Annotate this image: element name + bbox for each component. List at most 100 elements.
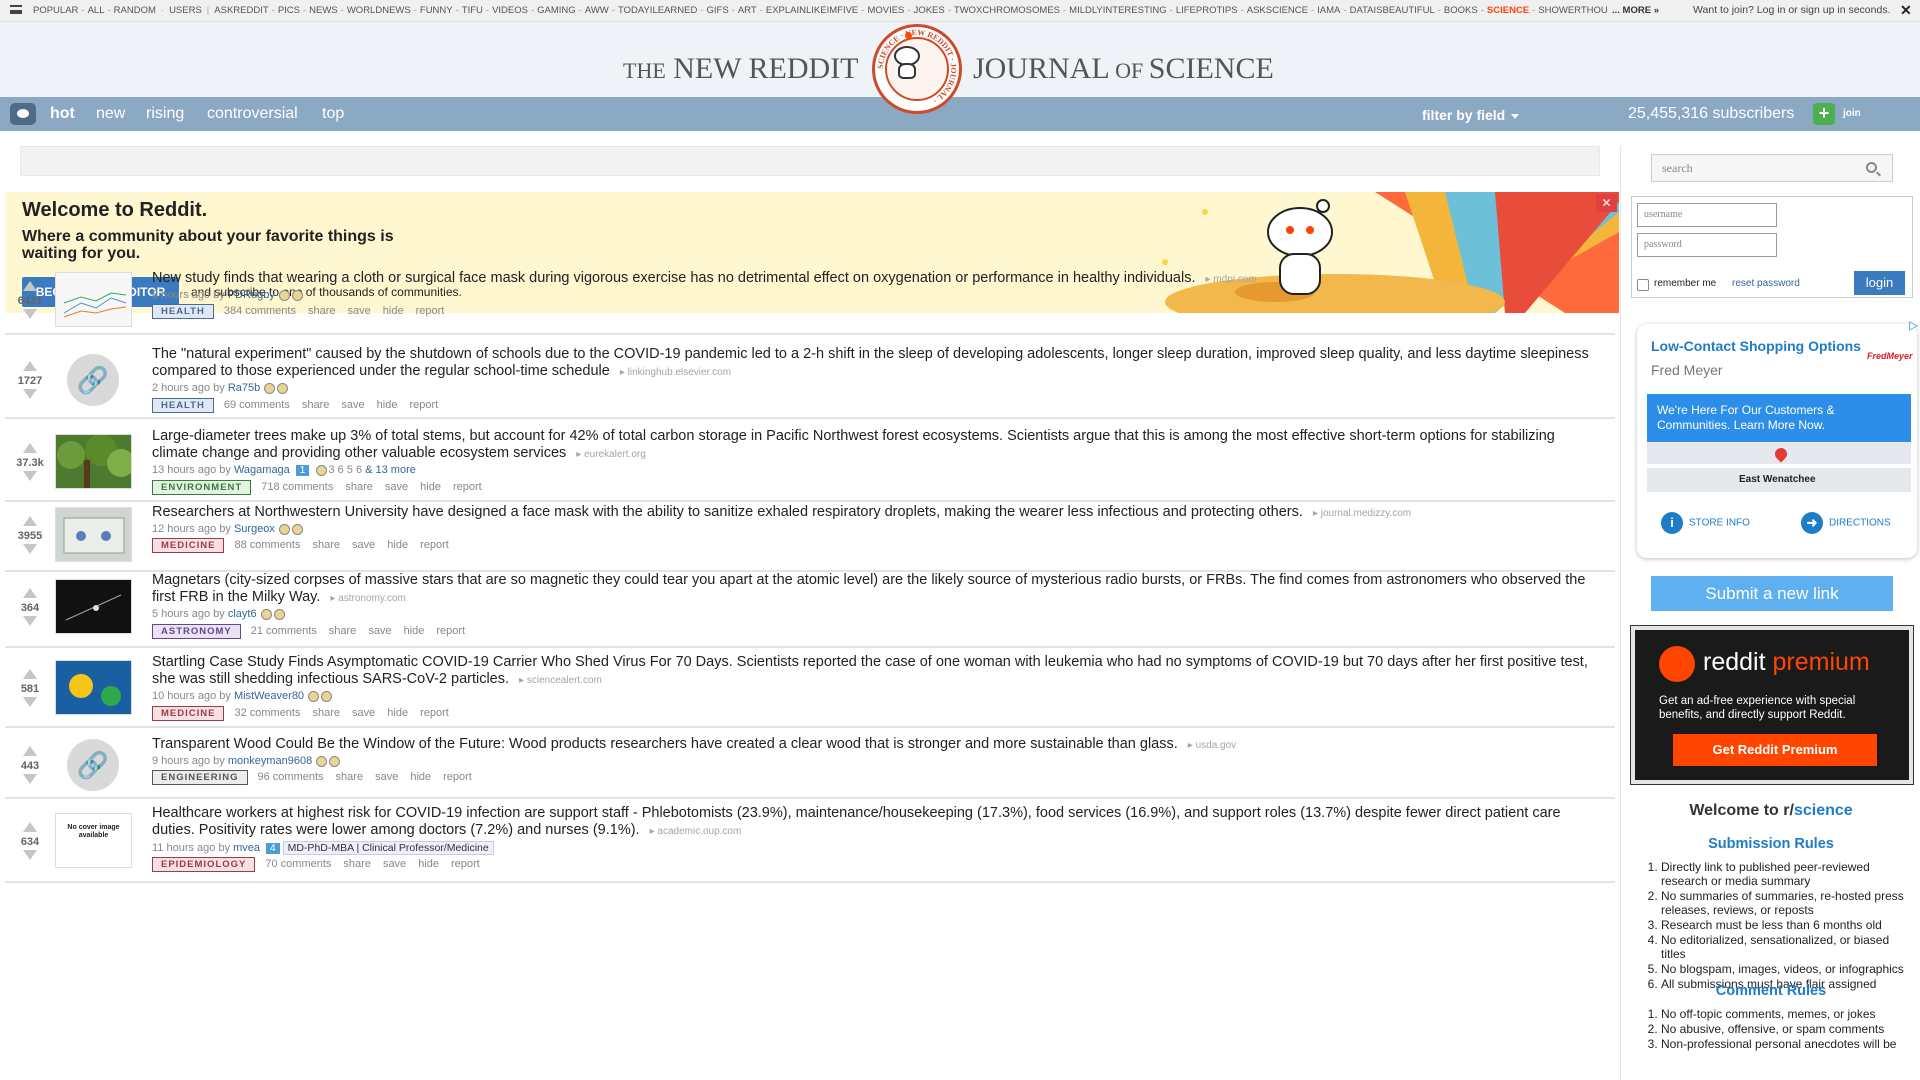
save-button[interactable]: save (368, 625, 391, 637)
link-thumbnail[interactable]: 🔗 (55, 352, 132, 407)
post-title[interactable]: Researchers at Northwestern University h… (152, 504, 1592, 522)
share-button[interactable]: share (312, 539, 340, 551)
award-icon[interactable] (260, 608, 272, 620)
ad-map[interactable]: East Wenatchee (1647, 442, 1911, 492)
subreddit-link[interactable]: ASKREDDIT (214, 5, 268, 16)
close-icon[interactable]: ✕ (1596, 194, 1617, 212)
save-button[interactable]: save (348, 305, 371, 317)
login-button[interactable]: login (1854, 271, 1905, 295)
share-button[interactable]: share (329, 625, 357, 637)
upvote-arrow-icon[interactable] (23, 361, 37, 371)
post-title[interactable]: The "natural experiment" caused by the s… (152, 346, 1592, 381)
save-button[interactable]: save (341, 399, 364, 411)
post-domain[interactable]: ▸ eurekalert.org (576, 449, 646, 460)
downvote-arrow-icon[interactable] (23, 616, 37, 626)
share-button[interactable]: share (336, 771, 364, 783)
report-button[interactable]: report (420, 707, 449, 719)
subreddit-link[interactable]: AWW (585, 5, 609, 16)
post-flair[interactable]: HEALTH (152, 398, 214, 413)
comments-link[interactable]: 384 comments (224, 305, 296, 317)
share-button[interactable]: share (343, 858, 371, 870)
post-domain[interactable]: ▸ mdpi.com (1205, 274, 1256, 285)
hide-button[interactable]: hide (418, 858, 439, 870)
get-premium-button[interactable]: Get Reddit Premium (1673, 734, 1877, 766)
subreddit-link[interactable]: IAMA (1317, 5, 1340, 16)
subreddit-link[interactable]: TIFU (462, 5, 483, 16)
save-button[interactable]: save (352, 539, 375, 551)
subreddit-link[interactable]: RANDOM (114, 5, 156, 16)
reddit-alien-icon[interactable] (10, 103, 36, 125)
award-icon[interactable] (277, 382, 289, 394)
post-thumbnail[interactable] (55, 579, 132, 634)
upvote-arrow-icon[interactable] (23, 281, 37, 291)
post-thumbnail[interactable] (55, 507, 132, 562)
subreddit-link[interactable]: ASKSCIENCE (1247, 5, 1308, 16)
subreddit-link[interactable]: TODAYILEARNED (618, 5, 697, 16)
post-thumbnail[interactable]: No cover image available (55, 813, 132, 868)
directions-button[interactable]: ➜ DIRECTIONS (1801, 512, 1891, 534)
post-author[interactable]: Ra75b (228, 382, 260, 394)
subreddit-link[interactable]: PICS (278, 5, 300, 16)
post-flair[interactable]: ASTRONOMY (152, 624, 241, 639)
post-author[interactable]: MistWeaver80 (234, 690, 304, 702)
comments-link[interactable]: 69 comments (224, 399, 290, 411)
post-flair[interactable]: ENVIRONMENT (152, 480, 252, 495)
subreddit-logo-seal[interactable]: SCIENCE · NEW REDDIT · JOURNAL · (872, 24, 962, 114)
share-button[interactable]: share (308, 305, 336, 317)
hide-button[interactable]: hide (420, 481, 441, 493)
post-domain[interactable]: ▸ academic.oup.com (650, 826, 742, 837)
upvote-arrow-icon[interactable] (23, 516, 37, 526)
post-author[interactable]: monkeyman9608 (228, 755, 312, 767)
password-field[interactable]: password (1637, 233, 1777, 257)
subreddit-link[interactable]: GAMING (537, 5, 576, 16)
award-icon[interactable] (278, 289, 290, 301)
post-title[interactable]: Healthcare workers at highest risk for C… (152, 805, 1592, 840)
subreddit-link[interactable]: VIDEOS (492, 5, 528, 16)
remember-me-checkbox[interactable] (1637, 279, 1649, 291)
comments-link[interactable]: 70 comments (265, 858, 331, 870)
join-button[interactable]: + join (1813, 103, 1901, 125)
ad-blurb[interactable]: We're Here For Our Customers & Communiti… (1647, 394, 1911, 442)
more-subreddits-link[interactable]: ... MORE » (1612, 5, 1659, 16)
downvote-arrow-icon[interactable] (23, 309, 37, 319)
subreddit-link[interactable]: DATAISBEAUTIFUL (1350, 5, 1435, 16)
post-author[interactable]: clayt6 (228, 608, 257, 620)
upvote-arrow-icon[interactable] (23, 443, 37, 453)
post-flair[interactable]: ENGINEERING (152, 770, 248, 785)
report-button[interactable]: report (420, 539, 449, 551)
comments-link[interactable]: 88 comments (234, 539, 300, 551)
post-flair[interactable]: HEALTH (152, 304, 214, 319)
post-thumbnail[interactable] (55, 272, 132, 327)
subreddit-link[interactable]: TWOXCHROMOSOMES (954, 5, 1060, 16)
save-button[interactable]: save (352, 707, 375, 719)
comments-link[interactable]: 96 comments (258, 771, 324, 783)
search-input[interactable]: search (1651, 154, 1893, 182)
downvote-arrow-icon[interactable] (23, 850, 37, 860)
award-icon[interactable] (273, 608, 285, 620)
award-icon[interactable] (316, 464, 328, 476)
save-button[interactable]: save (383, 858, 406, 870)
tab-rising[interactable]: rising (146, 105, 184, 123)
award-icon[interactable] (329, 755, 341, 767)
downvote-arrow-icon[interactable] (23, 697, 37, 707)
post-flair[interactable]: EPIDEMIOLOGY (152, 857, 256, 872)
ad-headline[interactable]: Low-Contact Shopping Options (1651, 338, 1861, 354)
hide-button[interactable]: hide (383, 305, 404, 317)
downvote-arrow-icon[interactable] (23, 544, 37, 554)
share-button[interactable]: share (312, 707, 340, 719)
share-button[interactable]: share (302, 399, 330, 411)
post-thumbnail[interactable] (55, 660, 132, 715)
comments-link[interactable]: 21 comments (251, 625, 317, 637)
subreddit-link[interactable]: MILDLYINTERESTING (1069, 5, 1166, 16)
tab-hot[interactable]: hot (50, 105, 75, 123)
menu-icon[interactable] (10, 5, 22, 14)
more-awards-link[interactable]: & 13 more (365, 464, 416, 476)
report-button[interactable]: report (453, 481, 482, 493)
hide-button[interactable]: hide (377, 399, 398, 411)
comments-link[interactable]: 718 comments (261, 481, 333, 493)
store-info-button[interactable]: i STORE INFO (1661, 512, 1750, 534)
award-icon[interactable] (279, 523, 290, 535)
report-button[interactable]: report (409, 399, 438, 411)
report-button[interactable]: report (451, 858, 480, 870)
search-icon[interactable] (1866, 162, 1877, 173)
